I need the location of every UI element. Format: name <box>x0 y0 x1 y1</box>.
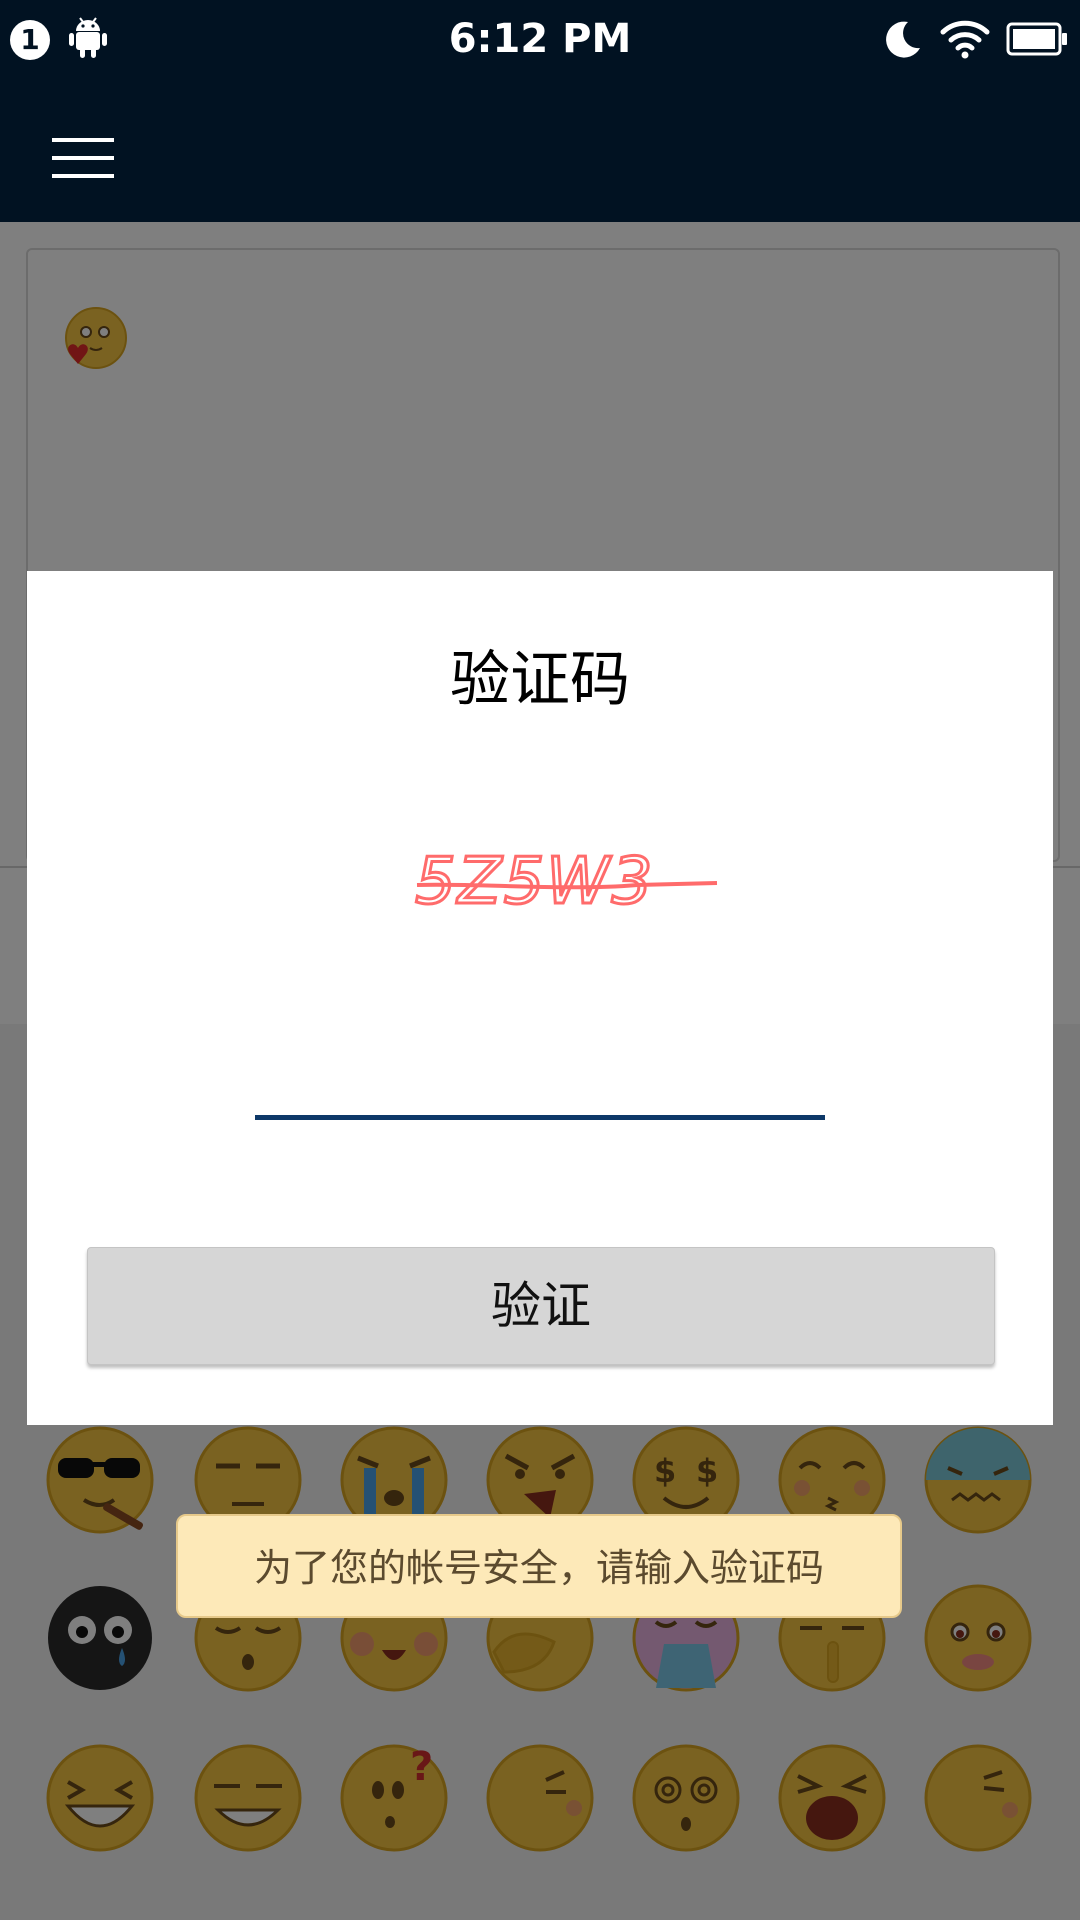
verify-button[interactable]: 验证 <box>87 1247 995 1365</box>
dialog-title: 验证码 <box>450 645 630 715</box>
status-bar: 1 6:12 PM <box>0 0 1080 80</box>
moon-icon <box>886 21 920 58</box>
app-bar <box>0 80 1080 222</box>
captcha-code-input[interactable] <box>255 1051 825 1120</box>
captcha-dialog: 验证码 5Z5W3 验证 <box>27 571 1053 1425</box>
hamburger-menu-icon[interactable] <box>52 138 114 178</box>
svg-text:5Z5W3: 5Z5W3 <box>415 845 654 919</box>
toast-message: 为了您的帐号安全，请输入验证码 <box>176 1514 902 1618</box>
battery-icon <box>1006 22 1067 56</box>
wifi-icon <box>940 20 990 59</box>
captcha-image[interactable]: 5Z5W3 <box>387 821 727 931</box>
